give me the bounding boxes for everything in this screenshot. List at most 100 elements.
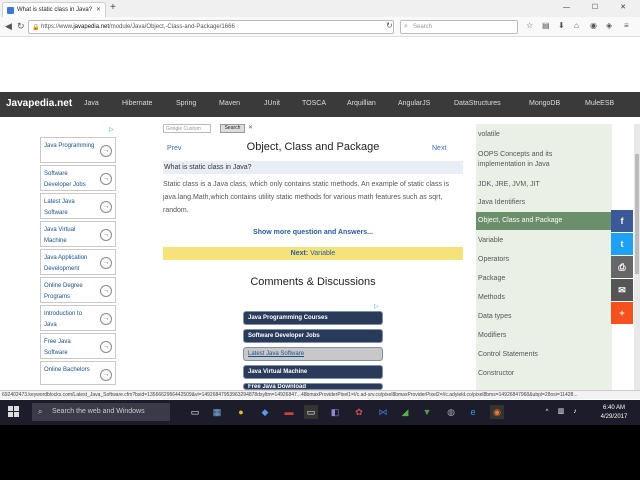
next-label: Next: <box>290 250 309 257</box>
download-icon[interactable]: ⬇ <box>558 22 565 30</box>
page-scrollbar[interactable] <box>634 124 640 390</box>
adchoices-icon[interactable]: ▷ <box>374 303 379 310</box>
library-icon[interactable]: ▤ <box>542 22 550 30</box>
reload-icon[interactable]: ↻ <box>386 22 393 30</box>
home-icon[interactable]: ⌂ <box>574 22 579 30</box>
star-icon[interactable]: ☆ <box>526 22 533 30</box>
edge-icon[interactable]: e <box>466 405 480 419</box>
left-ad-item[interactable]: Introduction to Java → <box>40 305 116 331</box>
sidebar-item-data-types[interactable]: Data types <box>476 312 612 322</box>
facebook-share-icon[interactable]: f <box>611 210 633 232</box>
browser-search-box[interactable]: ⌕ Search <box>400 20 518 34</box>
app-icon[interactable]: ◧ <box>328 405 342 419</box>
sidebar-item-object-class-package[interactable]: Object, Class and Package <box>476 212 612 230</box>
menu-icon[interactable]: ≡ <box>624 22 629 30</box>
clear-search-icon[interactable]: ✕ <box>248 124 253 131</box>
sidebar-item-modifiers[interactable]: Modifiers <box>476 331 612 341</box>
google-search-button[interactable]: Search <box>220 124 245 133</box>
tab-close-icon[interactable]: ✕ <box>96 6 101 13</box>
nav-tosca[interactable]: TOSCA <box>302 100 326 107</box>
bottom-ad-item[interactable]: Free Java Download <box>243 383 383 390</box>
left-ad-item[interactable]: Latest Java Software → <box>40 193 116 219</box>
firefox-icon[interactable]: ◉ <box>490 405 504 419</box>
sidebar-item-variable[interactable]: Variable <box>476 236 612 246</box>
left-ad-item[interactable]: Java Programming → <box>40 137 116 163</box>
nav-arquillian[interactable]: Arquillian <box>347 100 376 107</box>
file-explorer-icon[interactable]: ▦ <box>210 405 224 419</box>
left-ad-item[interactable]: Java Virtual Machine → <box>40 221 116 247</box>
volume-icon[interactable]: ♪ <box>568 405 582 419</box>
browser-nav-bar: ◀ ↻ 🔒 https://www.javapedia.net/module/J… <box>0 17 640 37</box>
new-tab-button[interactable]: + <box>110 3 116 13</box>
address-bar[interactable]: 🔒 https://www.javapedia.net/module/Java/… <box>28 20 394 34</box>
site-logo[interactable]: Javapedia.net <box>6 98 72 109</box>
back-arrow-icon[interactable]: ◀ <box>5 22 12 31</box>
adchoices-icon[interactable]: ▷ <box>109 126 114 133</box>
bottom-ad-item[interactable]: Java Programming Courses <box>243 311 383 325</box>
left-ad-item[interactable]: Free Java Software → <box>40 333 116 359</box>
left-ad-item[interactable]: Online Bachelors → <box>40 361 116 385</box>
bottom-ad-item[interactable]: Latest Java Software <box>243 347 383 361</box>
nav-hibernate[interactable]: Hibernate <box>122 100 152 107</box>
terminal-icon[interactable]: ▭ <box>304 405 318 419</box>
app-icon[interactable]: ◢ <box>398 405 412 419</box>
nav-spring[interactable]: Spring <box>176 100 196 107</box>
next-link[interactable]: Next <box>432 145 446 152</box>
store-icon[interactable]: ◆ <box>258 405 272 419</box>
twitter-share-icon[interactable]: t <box>611 233 633 255</box>
app-icon[interactable]: ✿ <box>352 405 366 419</box>
nav-junit[interactable]: JUnit <box>264 100 280 107</box>
window-controls[interactable]: — ☐ ✕ <box>563 3 636 11</box>
sidebar-item-identifiers[interactable]: Java Identifiers <box>476 198 612 208</box>
windows-start-icon[interactable] <box>8 406 20 418</box>
url-prefix: https://www. <box>41 24 74 30</box>
sidebar-item-control-statements[interactable]: Control Statements <box>476 350 612 360</box>
taskbar-clock[interactable]: 6:40 AM 4/29/2017 <box>588 404 640 422</box>
sidebar-item-package[interactable]: Package <box>476 274 612 284</box>
pocket-icon[interactable]: ◉ <box>590 22 597 30</box>
visual-studio-icon[interactable]: ⋈ <box>376 405 390 419</box>
app-icon[interactable]: ◍ <box>444 405 458 419</box>
nav-datastructures[interactable]: DataStructures <box>454 100 501 107</box>
taskbar-search-box[interactable]: ⌕ Search the web and Windows <box>32 403 170 421</box>
sidebar-item-methods[interactable]: Methods <box>476 293 612 303</box>
left-ad-item[interactable]: Online Degree Programs → <box>40 277 116 303</box>
sidebar-item-jdk[interactable]: JDK, JRE, JVM, JIT <box>476 180 612 190</box>
browser-tab[interactable]: What is static class in Java? ✕ <box>2 2 106 17</box>
next-topic-link[interactable]: Variable <box>310 250 335 257</box>
print-icon[interactable]: ⎙ <box>611 256 633 278</box>
arrow-right-icon: → <box>100 229 112 241</box>
email-icon[interactable]: ✉ <box>611 279 633 301</box>
more-share-icon[interactable]: + <box>611 302 633 324</box>
nav-java[interactable]: Java <box>84 100 99 107</box>
network-icon[interactable]: ▥ <box>554 405 568 419</box>
app-icon[interactable]: ▬ <box>282 405 296 419</box>
prev-link[interactable]: Prev <box>167 145 181 152</box>
arrow-right-icon: → <box>100 285 112 297</box>
refresh-icon[interactable]: ↻ <box>17 22 25 31</box>
extension-icon[interactable]: ◈ <box>606 22 612 30</box>
taskbar-search-text: Search the web and Windows <box>52 408 145 415</box>
windows-taskbar: ⌕ Search the web and Windows ▭ ▦ ● ◆ ▬ ▭… <box>0 400 640 425</box>
google-custom-search-input[interactable]: Google Custom <box>163 124 211 133</box>
sidebar-item-operators[interactable]: Operators <box>476 255 612 265</box>
nav-muleesb[interactable]: MuleESB <box>585 100 614 107</box>
nav-maven[interactable]: Maven <box>219 100 240 107</box>
clock-date: 4/29/2017 <box>600 414 628 420</box>
task-view-icon[interactable]: ▭ <box>188 405 202 419</box>
nav-mongodb[interactable]: MongoDB <box>529 100 560 107</box>
sidebar-item-volatile[interactable]: volatile <box>476 130 612 140</box>
app-icon[interactable]: ▼ <box>420 405 434 419</box>
bottom-ad-item[interactable]: Software Developer Jobs <box>243 329 383 343</box>
tray-chevron-icon[interactable]: ^ <box>540 405 554 419</box>
left-ad-item[interactable]: Software Developer Jobs → <box>40 165 116 191</box>
next-topic-bar[interactable]: Next: Variable <box>163 247 463 260</box>
left-ad-item[interactable]: Java Application Development → <box>40 249 116 275</box>
sidebar-item-oops[interactable]: OOPS Concepts and its implementation in … <box>476 150 566 170</box>
sidebar-item-constructor[interactable]: Constructor <box>476 369 612 379</box>
nav-angularjs[interactable]: AngularJS <box>398 100 430 107</box>
scrollbar-thumb[interactable] <box>635 154 639 274</box>
chrome-icon[interactable]: ● <box>234 405 248 419</box>
show-more-link[interactable]: Show more question and Answers... <box>163 229 463 236</box>
bottom-ad-item[interactable]: Java Virtual Machine <box>243 365 383 379</box>
